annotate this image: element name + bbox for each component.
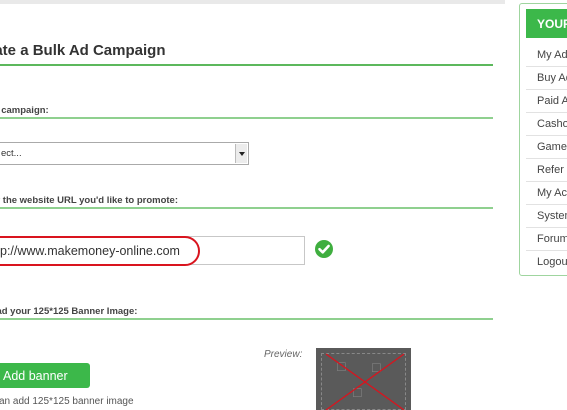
sidebar-header-label: YOUR: [537, 17, 567, 31]
url-label: ter the website URL you'd like to promot…: [0, 195, 178, 206]
page-title: eate a Bulk Ad Campaign: [0, 42, 166, 59]
sidebar-item-my-ads[interactable]: My Ad: [526, 44, 567, 67]
preview-label: Preview:: [264, 349, 303, 360]
sidebar-item-label: Forum: [537, 233, 567, 245]
sidebar-item-label: Refer: [537, 164, 564, 176]
main-content: eate a Bulk Ad Campaign se campaign: ect…: [0, 0, 500, 410]
sidebar-item-label: Paid A: [537, 95, 567, 107]
sidebar-item-label: My Ac: [537, 187, 567, 199]
campaign-label: se campaign:: [0, 105, 49, 116]
sidebar-header: YOUR: [526, 9, 567, 38]
add-banner-label: Add banner: [3, 369, 68, 383]
sidebar-item-logout[interactable]: Logou: [526, 251, 567, 274]
banner-label: load your 125*125 Banner Image:: [0, 306, 138, 317]
sidebar-item-refer[interactable]: Refer: [526, 159, 567, 182]
account-sidebar: YOUR My Ad Buy Ad Paid A Casho Game Refe…: [519, 3, 567, 276]
sidebar-item-cashout[interactable]: Casho: [526, 113, 567, 136]
banner-size-hint: can add 125*125 banner image: [0, 396, 134, 407]
campaign-divider: [0, 117, 493, 119]
sidebar-item-buy-ads[interactable]: Buy Ad: [526, 67, 567, 90]
sidebar-item-forum[interactable]: Forum: [526, 228, 567, 251]
sidebar-item-label: Logou: [537, 256, 567, 268]
sidebar-item-games[interactable]: Game: [526, 136, 567, 159]
sidebar-item-label: Systen: [537, 210, 567, 222]
sidebar-item-label: Buy Ad: [537, 72, 567, 84]
sidebar-item-system[interactable]: Systen: [526, 205, 567, 228]
title-divider: [0, 64, 493, 66]
red-highlight-annotation: [0, 236, 200, 266]
sidebar-item-paid-ads[interactable]: Paid A: [526, 90, 567, 113]
sidebar-item-label: Game: [537, 141, 567, 153]
banner-divider: [0, 318, 493, 320]
check-circle-icon: [315, 240, 333, 258]
broken-image-icon: [325, 353, 405, 410]
campaign-select-value: ect...: [1, 148, 22, 159]
chevron-down-icon[interactable]: [235, 144, 247, 163]
add-banner-button[interactable]: Add banner: [0, 363, 90, 388]
sidebar-item-my-account[interactable]: My Ac: [526, 182, 567, 205]
banner-preview: ☐ ☐ ☐: [316, 348, 411, 410]
campaign-select[interactable]: ect...: [0, 142, 249, 165]
sidebar-item-label: My Ad: [537, 49, 567, 61]
url-divider: [0, 207, 493, 209]
sidebar-item-label: Casho: [537, 118, 567, 130]
